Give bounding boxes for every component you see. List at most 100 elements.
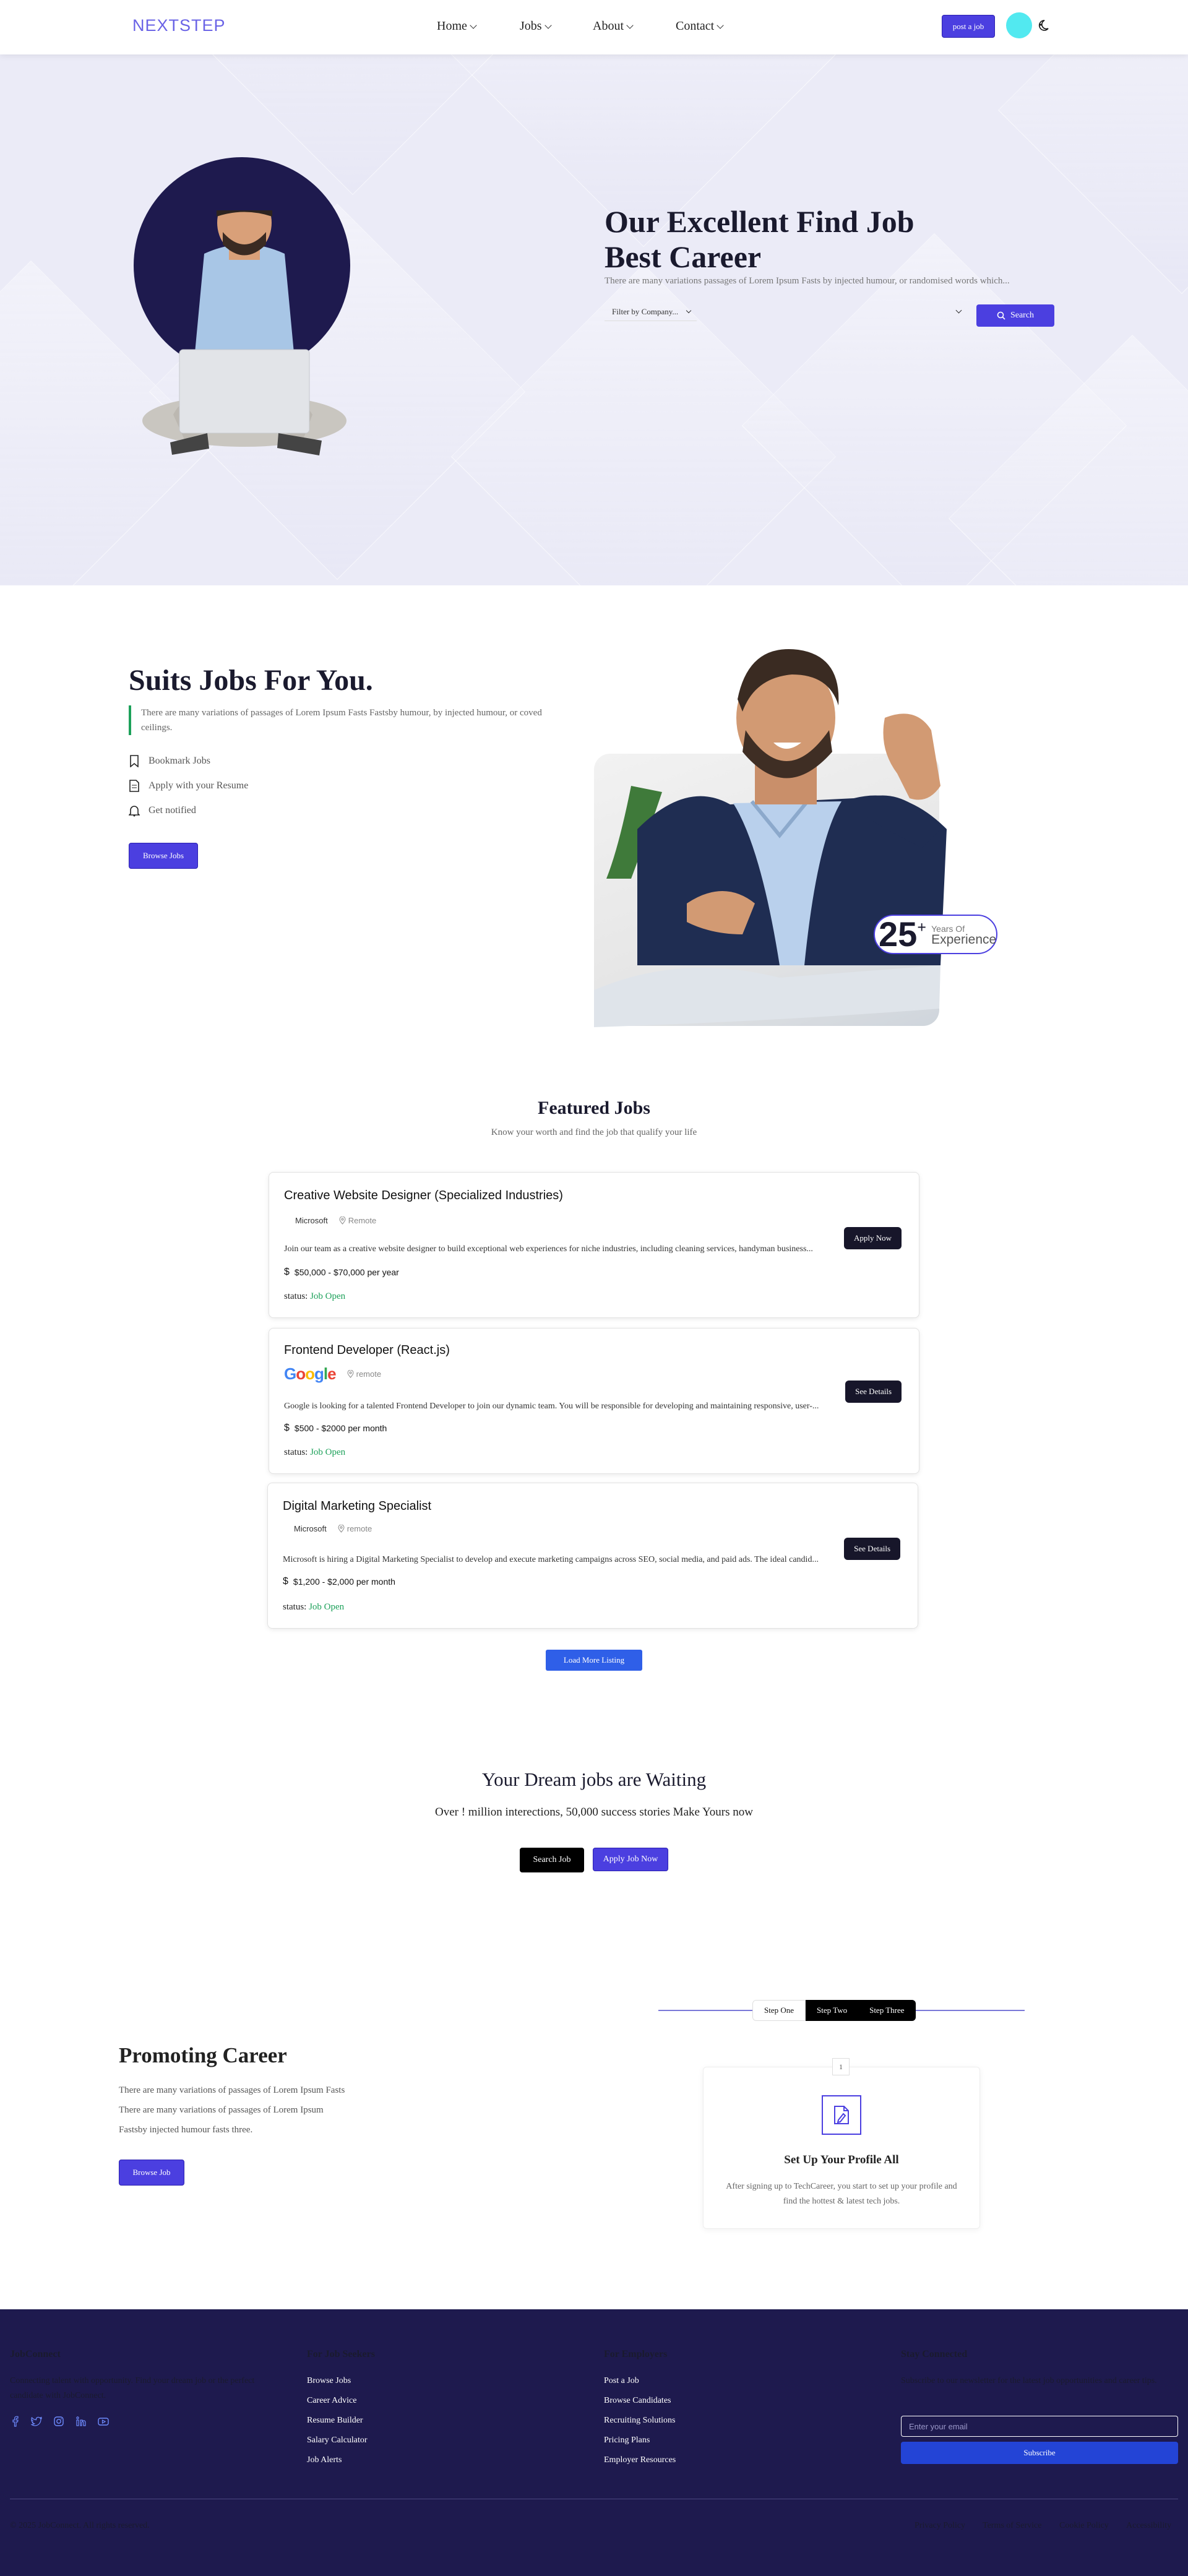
experience-plus: +: [917, 918, 927, 936]
footer-link[interactable]: Browse Candidates: [604, 2396, 671, 2406]
filter-value: Filter by Company...: [612, 306, 679, 316]
job-meta: Microsoft remote: [283, 1524, 372, 1533]
promo-line: There are many variations of passages of…: [119, 2105, 324, 2115]
linkedin-icon[interactable]: [75, 2416, 87, 2427]
job-salary: $ $50,000 - $70,000 per year: [284, 1267, 399, 1278]
dollar-icon: $: [284, 1423, 290, 1433]
footer-bottom-link[interactable]: Privacy Policy: [915, 2521, 965, 2531]
browse-jobs-button[interactable]: Browse Jobs: [129, 843, 198, 869]
subscribe-button[interactable]: Subscribe: [901, 2442, 1178, 2464]
avatar[interactable]: [1006, 12, 1032, 38]
nav-item-label: Home: [437, 19, 467, 33]
job-card[interactable]: Creative Website Designer (Specialized I…: [269, 1172, 919, 1318]
feature-item: Bookmark Jobs: [129, 755, 210, 767]
nav-item-about[interactable]: About: [593, 19, 634, 33]
footer-bottom-link[interactable]: Terms of Service: [983, 2521, 1041, 2531]
footer-link[interactable]: Pricing Plans: [604, 2436, 650, 2445]
footer-tagline: Connecting talent with opportunity. Find…: [10, 2376, 255, 2400]
job-salary-value: $500 - $2000 per month: [294, 1423, 387, 1433]
job-title[interactable]: Creative Website Designer (Specialized I…: [284, 1189, 563, 1203]
footer-link[interactable]: Salary Calculator: [307, 2436, 368, 2445]
job-salary-value: $1,200 - $2,000 per month: [293, 1577, 395, 1587]
search-button-label: Search: [1010, 311, 1035, 320]
step-number: 1: [832, 2058, 850, 2075]
footer-link[interactable]: Resume Builder: [307, 2416, 363, 2426]
experience-badge: 25 + Years Of Experience: [874, 915, 997, 954]
section-title: Suits Jobs For You.: [129, 664, 373, 697]
job-description: Google is looking for a talented Fronten…: [284, 1402, 819, 1411]
nav-item-label: Jobs: [520, 19, 542, 33]
youtube-icon[interactable]: [98, 2416, 109, 2427]
footer-link[interactable]: Browse Jobs: [307, 2376, 351, 2386]
footer-link[interactable]: Employer Resources: [604, 2455, 676, 2465]
feature-item: Apply with your Resume: [129, 780, 248, 792]
search-icon: [997, 311, 1005, 320]
chevron-down-icon: [470, 21, 477, 29]
footer-col-title: Stay Connected: [901, 2349, 968, 2359]
job-description: Microsoft is hiring a Digital Marketing …: [283, 1555, 819, 1564]
nav-item-label: About: [593, 19, 624, 33]
location-pin-icon: [347, 1370, 354, 1378]
job-location-label: remote: [356, 1369, 382, 1379]
instagram-icon[interactable]: [53, 2416, 64, 2427]
see-details-button[interactable]: See Details: [844, 1538, 900, 1560]
job-card[interactable]: Frontend Developer (React.js) Google rem…: [269, 1328, 919, 1474]
hero-subtitle: There are many variations passages of Lo…: [605, 276, 1010, 286]
browse-job-button[interactable]: Browse Job: [119, 2160, 184, 2186]
footer-col-title: For Employers: [604, 2349, 668, 2359]
tab-step-three[interactable]: Step Three: [858, 2000, 916, 2021]
logo[interactable]: NEXTSTEP: [132, 16, 226, 35]
post-job-button[interactable]: post a job: [942, 15, 995, 38]
job-meta: Google remote: [284, 1364, 381, 1384]
facebook-icon[interactable]: [10, 2416, 21, 2427]
search-job-button[interactable]: Search Job: [520, 1848, 584, 1872]
load-more-button[interactable]: Load More Listing: [546, 1650, 642, 1671]
apply-job-now-button[interactable]: Apply Job Now: [593, 1848, 668, 1871]
footer-link[interactable]: Post a Job: [604, 2376, 639, 2386]
twitter-icon[interactable]: [31, 2416, 42, 2427]
nav-item-home[interactable]: Home: [437, 19, 477, 33]
featured-title: Featured Jobs: [538, 1098, 650, 1118]
promo-title: Promoting Career: [119, 2043, 287, 2067]
job-title[interactable]: Frontend Developer (React.js): [284, 1343, 450, 1358]
footer-link[interactable]: Recruiting Solutions: [604, 2416, 676, 2426]
footer-col-title: For Job Seekers: [307, 2349, 375, 2359]
footer-link[interactable]: Job Alerts: [307, 2455, 342, 2465]
moon-icon[interactable]: [1037, 19, 1049, 32]
step-icon-box: [822, 2095, 861, 2135]
job-card[interactable]: Digital Marketing Specialist Microsoft r…: [267, 1483, 918, 1629]
job-location-label: remote: [346, 1524, 372, 1533]
tab-step-one[interactable]: Step One: [752, 2000, 806, 2021]
nav-item-contact[interactable]: Contact: [676, 19, 724, 33]
job-salary: $ $1,200 - $2,000 per month: [283, 1576, 395, 1587]
apply-now-button[interactable]: Apply Now: [843, 1227, 902, 1249]
newsletter-email-input[interactable]: [901, 2416, 1178, 2437]
job-status-label: status:: [284, 1291, 308, 1301]
see-details-button[interactable]: See Details: [845, 1381, 902, 1403]
job-title[interactable]: Digital Marketing Specialist: [283, 1499, 431, 1514]
footer-bottom-link[interactable]: Accessibility: [1126, 2521, 1171, 2531]
chevron-down-icon: [544, 21, 552, 29]
footer-brand: JobConnect: [10, 2349, 61, 2359]
company-filter-select[interactable]: Filter by Company...: [605, 304, 968, 323]
experience-number: 25: [879, 915, 918, 954]
feature-label: Get notified: [148, 805, 196, 816]
feature-item: Get notified: [129, 804, 196, 817]
job-status: status: Job Open: [284, 1291, 345, 1302]
profile-document-icon: [834, 2106, 849, 2124]
job-meta: Microsoft Remote: [284, 1216, 376, 1225]
footer-bottom-link[interactable]: Cookie Policy: [1059, 2521, 1109, 2531]
job-status-value: Job Open: [310, 1291, 346, 1301]
search-button[interactable]: Search: [976, 304, 1054, 327]
chevron-down-icon: [626, 21, 634, 29]
tab-step-two[interactable]: Step Two: [806, 2000, 859, 2021]
job-status: status: Job Open: [284, 1447, 345, 1458]
job-status-label: status:: [283, 1602, 307, 1612]
experience-text: Years Of Experience: [931, 923, 996, 946]
nav-item-jobs[interactable]: Jobs: [520, 19, 552, 33]
footer-link[interactable]: Career Advice: [307, 2396, 356, 2406]
feature-label: Bookmark Jobs: [148, 756, 210, 766]
dollar-icon: $: [283, 1576, 288, 1587]
dream-title: Your Dream jobs are Waiting: [481, 1768, 707, 1790]
experience-bottom: Experience: [931, 932, 997, 947]
